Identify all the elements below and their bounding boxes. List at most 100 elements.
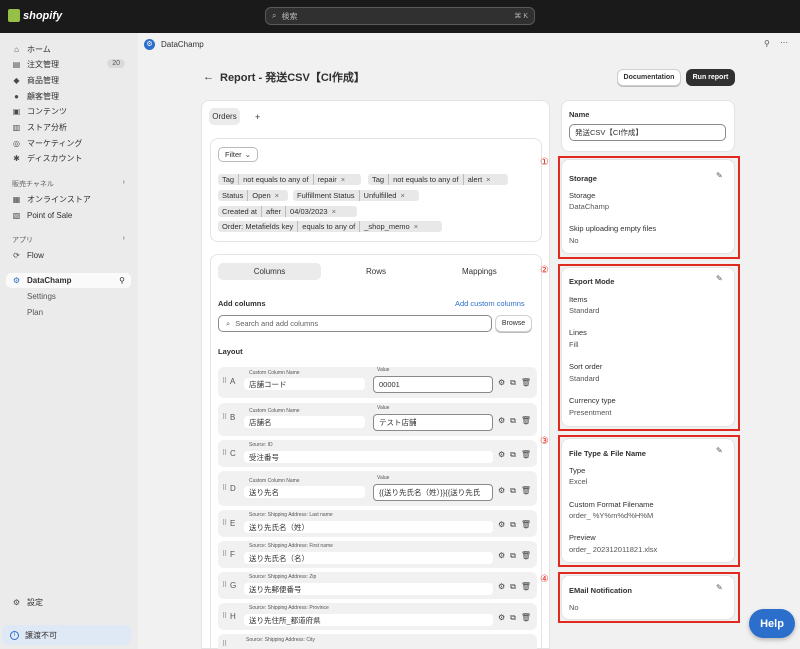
drag-handle-icon[interactable]: ⠿ bbox=[222, 413, 227, 421]
tab-mappings[interactable]: Mappings bbox=[462, 267, 497, 276]
close-icon[interactable]: × bbox=[400, 191, 407, 200]
duplicate-icon[interactable]: ⧉ bbox=[510, 582, 516, 592]
duplicate-icon[interactable]: ⧉ bbox=[510, 551, 516, 561]
layout-row[interactable]: ⠿ B Custom Column Name 店舗名 Value テスト店舗 ⚙ ⧉… bbox=[218, 403, 537, 436]
help-button[interactable]: Help bbox=[749, 609, 795, 638]
layout-row[interactable]: ⠿ C Source: ID 受注番号 ⚙ ⧉ 🗑 bbox=[218, 440, 537, 467]
non-transferable-notice[interactable]: i 譲渡不可 bbox=[2, 625, 131, 645]
column-name-input[interactable]: 送り先氏名（姓） bbox=[244, 521, 493, 533]
trash-icon[interactable]: 🗑 bbox=[521, 450, 531, 460]
browse-button[interactable]: Browse bbox=[495, 315, 532, 332]
sidebar-item-customers[interactable]: ● 顧客管理 bbox=[6, 89, 131, 104]
filter-chip[interactable]: Tag not equals to any of alert × bbox=[368, 174, 508, 185]
value-input[interactable]: {{送り先氏名（姓）}}{{送り先氏 bbox=[373, 484, 493, 501]
gear-icon[interactable]: ⚙ bbox=[498, 551, 505, 561]
pencil-icon[interactable]: ✎ bbox=[716, 446, 723, 455]
drag-handle-icon[interactable]: ⠿ bbox=[222, 519, 227, 527]
sidebar-item-datachamp[interactable]: ⚙ DataChamp ⚲ bbox=[6, 273, 131, 288]
layout-row[interactable]: ⠿ G Source: Shipping Address: Zip 送り先郵便番号… bbox=[218, 572, 537, 599]
gear-icon[interactable]: ⚙ bbox=[498, 378, 505, 388]
apps-header[interactable]: アプリ › bbox=[12, 235, 125, 245]
more-icon[interactable]: ⋯ bbox=[780, 38, 788, 47]
channels-header[interactable]: 販売チャネル › bbox=[12, 179, 125, 189]
sidebar-item-pos[interactable]: ▧ Point of Sale bbox=[6, 208, 131, 223]
layout-row[interactable]: ⠿ A Custom Column Name 店舗コード Value 00001 … bbox=[218, 367, 537, 398]
sidebar-item-products[interactable]: ◆ 商品管理 bbox=[6, 73, 131, 88]
drag-handle-icon[interactable]: ⠿ bbox=[222, 377, 227, 385]
duplicate-icon[interactable]: ⧉ bbox=[510, 520, 516, 530]
sidebar-item-marketing[interactable]: ◎ マーケティング bbox=[6, 136, 131, 151]
gear-icon[interactable]: ⚙ bbox=[498, 450, 505, 460]
trash-icon[interactable]: 🗑 bbox=[521, 416, 531, 426]
gear-icon[interactable]: ⚙ bbox=[498, 613, 505, 623]
column-name-input[interactable]: 送り先郵便番号 bbox=[244, 583, 493, 595]
documentation-button[interactable]: Documentation bbox=[617, 69, 681, 86]
layout-row[interactable]: ⠿ H Source: Shipping Address: Province 送り… bbox=[218, 603, 537, 630]
drag-handle-icon[interactable]: ⠿ bbox=[222, 484, 227, 492]
trash-icon[interactable]: 🗑 bbox=[521, 378, 531, 388]
sidebar-item-plan[interactable]: Plan bbox=[6, 305, 131, 320]
close-icon[interactable]: × bbox=[341, 175, 348, 184]
gear-icon[interactable]: ⚙ bbox=[498, 486, 505, 496]
pencil-icon[interactable]: ✎ bbox=[716, 171, 723, 180]
sidebar-item-flow[interactable]: ⟳ Flow bbox=[6, 248, 131, 263]
sidebar-item-discounts[interactable]: ✱ ディスカウント bbox=[6, 151, 131, 166]
gear-icon[interactable]: ⚙ bbox=[498, 582, 505, 592]
layout-row[interactable]: ⠿ D Custom Column Name 送り先名 Value {{送り先氏名… bbox=[218, 471, 537, 506]
duplicate-icon[interactable]: ⧉ bbox=[510, 378, 516, 388]
trash-icon[interactable]: 🗑 bbox=[521, 582, 531, 592]
back-arrow-icon[interactable]: ← bbox=[203, 71, 214, 83]
trash-icon[interactable]: 🗑 bbox=[521, 486, 531, 496]
filter-chip[interactable]: Order: Metafields key equals to any of _sh… bbox=[218, 221, 442, 232]
filter-chip[interactable]: Fulfillment Status Unfulfilled × bbox=[293, 190, 419, 201]
gear-icon[interactable]: ⚙ bbox=[498, 520, 505, 530]
sidebar-item-orders[interactable]: ▤ 注文管理 20 bbox=[6, 57, 131, 72]
column-name-input[interactable]: 受注番号 bbox=[244, 451, 493, 463]
trash-icon[interactable]: 🗑 bbox=[521, 613, 531, 623]
layout-row[interactable]: ⠿ E Source: Shipping Address: Last name 送… bbox=[218, 510, 537, 537]
close-icon[interactable]: × bbox=[275, 191, 282, 200]
sidebar-item-content[interactable]: ▣ コンテンツ bbox=[6, 104, 131, 119]
filter-chip[interactable]: Tag not equals to any of repair × bbox=[218, 174, 361, 185]
column-name-input[interactable]: 送り先名 bbox=[244, 486, 365, 498]
sidebar-item-settings-sub[interactable]: Settings bbox=[6, 289, 131, 304]
run-report-button[interactable]: Run report bbox=[686, 69, 735, 86]
sidebar-item-home[interactable]: ⌂ ホーム bbox=[6, 42, 131, 57]
column-name-input[interactable]: 店舗名 bbox=[244, 416, 365, 428]
tab-rows[interactable]: Rows bbox=[366, 267, 386, 276]
shopify-logo[interactable]: shopify bbox=[8, 9, 62, 22]
close-icon[interactable]: × bbox=[332, 207, 339, 216]
sidebar-item-online-store[interactable]: ▦ オンラインストア bbox=[6, 192, 131, 207]
trash-icon[interactable]: 🗑 bbox=[521, 520, 531, 530]
column-search-input[interactable]: ⌕ Search and add columns bbox=[218, 315, 492, 332]
duplicate-icon[interactable]: ⧉ bbox=[510, 486, 516, 496]
duplicate-icon[interactable]: ⧉ bbox=[510, 416, 516, 426]
drag-handle-icon[interactable]: ⠿ bbox=[222, 640, 227, 648]
filter-chip[interactable]: Created at after 04/03/2023 × bbox=[218, 206, 357, 217]
close-icon[interactable]: × bbox=[414, 222, 421, 231]
sidebar-item-settings[interactable]: ⚙ 設定 bbox=[6, 595, 131, 610]
pencil-icon[interactable]: ✎ bbox=[716, 583, 723, 592]
tab-columns[interactable]: Columns bbox=[218, 263, 321, 280]
drag-handle-icon[interactable]: ⠿ bbox=[222, 612, 227, 620]
column-name-input[interactable]: 店舗コード bbox=[244, 378, 365, 390]
report-name-input[interactable]: 発送CSV【CI作成】 bbox=[569, 124, 726, 141]
trash-icon[interactable]: 🗑 bbox=[521, 551, 531, 561]
tab-orders[interactable]: Orders bbox=[209, 108, 240, 125]
drag-handle-icon[interactable]: ⠿ bbox=[222, 581, 227, 589]
sidebar-item-analytics[interactable]: ▥ ストア分析 bbox=[6, 120, 131, 135]
pencil-icon[interactable]: ✎ bbox=[716, 274, 723, 283]
duplicate-icon[interactable]: ⧉ bbox=[510, 613, 516, 623]
global-search[interactable]: ⌕ 検索 ⌘ K bbox=[265, 7, 535, 25]
layout-row[interactable]: ⠿ F Source: Shipping Address: First name … bbox=[218, 541, 537, 568]
layout-row[interactable]: ⠿ Source: Shipping Address: City bbox=[218, 634, 537, 649]
close-icon[interactable]: × bbox=[486, 175, 493, 184]
column-name-input[interactable]: 送り先氏名（名） bbox=[244, 552, 493, 564]
add-custom-columns-link[interactable]: Add custom columns bbox=[455, 299, 525, 308]
pin-icon[interactable]: ⚲ bbox=[764, 39, 770, 48]
pin-icon[interactable]: ⚲ bbox=[119, 276, 125, 285]
column-name-input[interactable]: 送り先住所_都道府県 bbox=[244, 614, 493, 626]
add-tab-button[interactable]: + bbox=[255, 112, 260, 122]
filter-chip[interactable]: Status Open × bbox=[218, 190, 288, 201]
value-input[interactable]: テスト店舗 bbox=[373, 414, 493, 431]
